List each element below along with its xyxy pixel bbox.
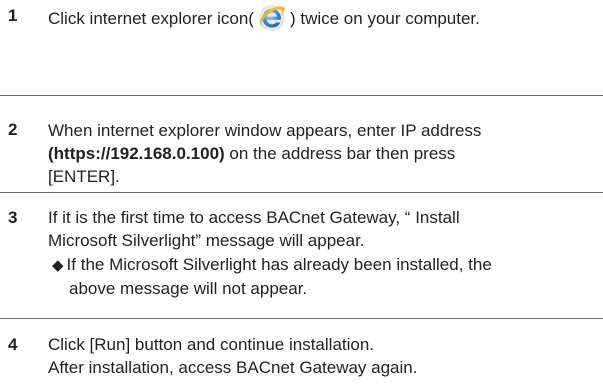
note-text: If the Microsoft Silverlight has already… — [66, 255, 492, 274]
note-line: above message will not appear. — [69, 279, 308, 298]
step-text: Click [Run] button and continue installa… — [48, 333, 600, 379]
step-number: 1 — [8, 6, 18, 25]
note-line: ◆ If the Microsoft Silverlight has alread… — [52, 253, 597, 277]
divider-2 — [0, 192, 603, 193]
step-text: Click internet explorer icon( ) twice on… — [48, 4, 600, 32]
step-number: 3 — [8, 208, 18, 227]
step-text: If it is the first time to access BACnet… — [48, 206, 600, 252]
step-text-line: After installation, access BACnet Gatewa… — [48, 358, 418, 377]
step-number: 4 — [8, 335, 18, 354]
step-text-line: If it is the first time to access BACnet… — [48, 208, 460, 227]
step-text-line: Microsoft Silverlight” message will appe… — [48, 231, 365, 250]
step-text-line: [ENTER]. — [48, 167, 120, 186]
step-number: 2 — [8, 120, 18, 139]
ip-address: (https://192.168.0.100) — [48, 144, 225, 163]
step-text-line: When internet explorer window appears, e… — [48, 121, 482, 140]
step-text-line: (https://192.168.0.100) on the address b… — [48, 142, 600, 165]
step-text: When internet explorer window appears, e… — [48, 119, 600, 188]
divider-1 — [0, 95, 603, 96]
diamond-bullet-icon: ◆ — [52, 257, 64, 274]
step-text-rest: on the address bar then press — [224, 144, 456, 163]
step-text-before-icon: Click internet explorer icon( — [48, 9, 254, 28]
step-text-line: Click [Run] button and continue installa… — [48, 335, 375, 354]
step-note: ◆ If the Microsoft Silverlight has alread… — [52, 253, 597, 300]
divider-3 — [0, 318, 603, 319]
internet-explorer-icon — [257, 4, 287, 32]
step-text-after-icon: ) twice on your computer. — [289, 9, 480, 28]
